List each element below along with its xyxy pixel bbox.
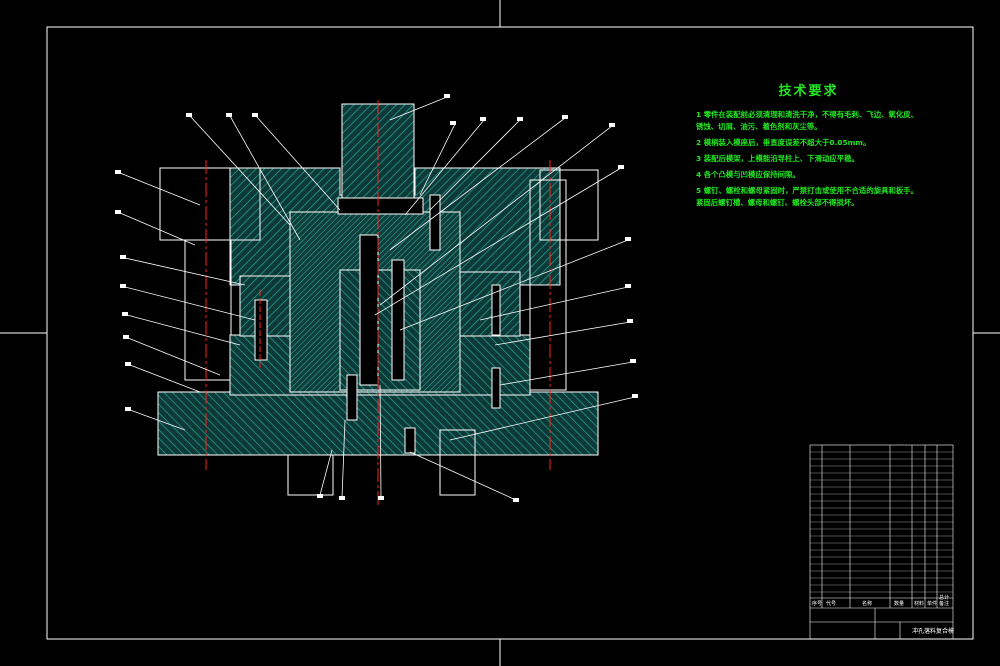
- left-guide-post: [184, 239, 232, 381]
- requirement-item: 2 模柄装入模座后，垂直度误差不超大于0.05mm。: [696, 138, 871, 147]
- bolt-top: [429, 194, 441, 251]
- title-header-code: 代号: [826, 601, 837, 607]
- requirement-item: 5 螺钉、螺栓和螺母紧固时，严禁打击或使用不合适的旋具和扳手。紧固后螺钉槽、螺母…: [696, 186, 919, 207]
- technical-requirements-title: 技术要求: [778, 84, 839, 99]
- top-plate: [337, 197, 424, 215]
- requirement-item: 4 各个凸模与凹模应保持间隙。: [696, 170, 800, 179]
- requirement-item: 3 装配后模架，上模能沿导柱上、下滑动应平稳。: [696, 154, 859, 163]
- bolt-lower: [346, 374, 358, 421]
- ejector-rod: [404, 427, 416, 454]
- title-block-rows: [810, 451, 953, 593]
- title-block: [809, 444, 954, 640]
- inner-pin: [359, 234, 379, 386]
- inner-pin-2: [391, 259, 405, 381]
- bolt-right-2: [491, 367, 501, 409]
- title-header-unit: 单件: [927, 601, 938, 607]
- die-assembly-section: [157, 100, 599, 505]
- title-header-material: 材料: [914, 601, 925, 607]
- lower-post-left: [287, 454, 334, 496]
- title-header-name: 名称: [862, 601, 873, 607]
- requirement-item: 1 零件在装配前必须清理和清洗干净，不得有毛刺、飞边、氧化皮、锈蚀、切屑、油污、…: [696, 110, 919, 131]
- drawing-name: 冲孔落料复合模: [912, 628, 955, 635]
- central-punch: [339, 269, 421, 391]
- technical-requirements: 技术要求 1 零件在装配前必须清理和清洗干净，不得有毛刺、飞边、氧化皮、锈蚀、切…: [696, 80, 921, 213]
- title-header-seq: 序号: [812, 601, 823, 607]
- right-stripper-block: [454, 271, 521, 337]
- title-header-qty: 数量: [894, 601, 905, 607]
- bolt-left: [254, 299, 268, 361]
- title-header-remark: 备注: [939, 601, 950, 607]
